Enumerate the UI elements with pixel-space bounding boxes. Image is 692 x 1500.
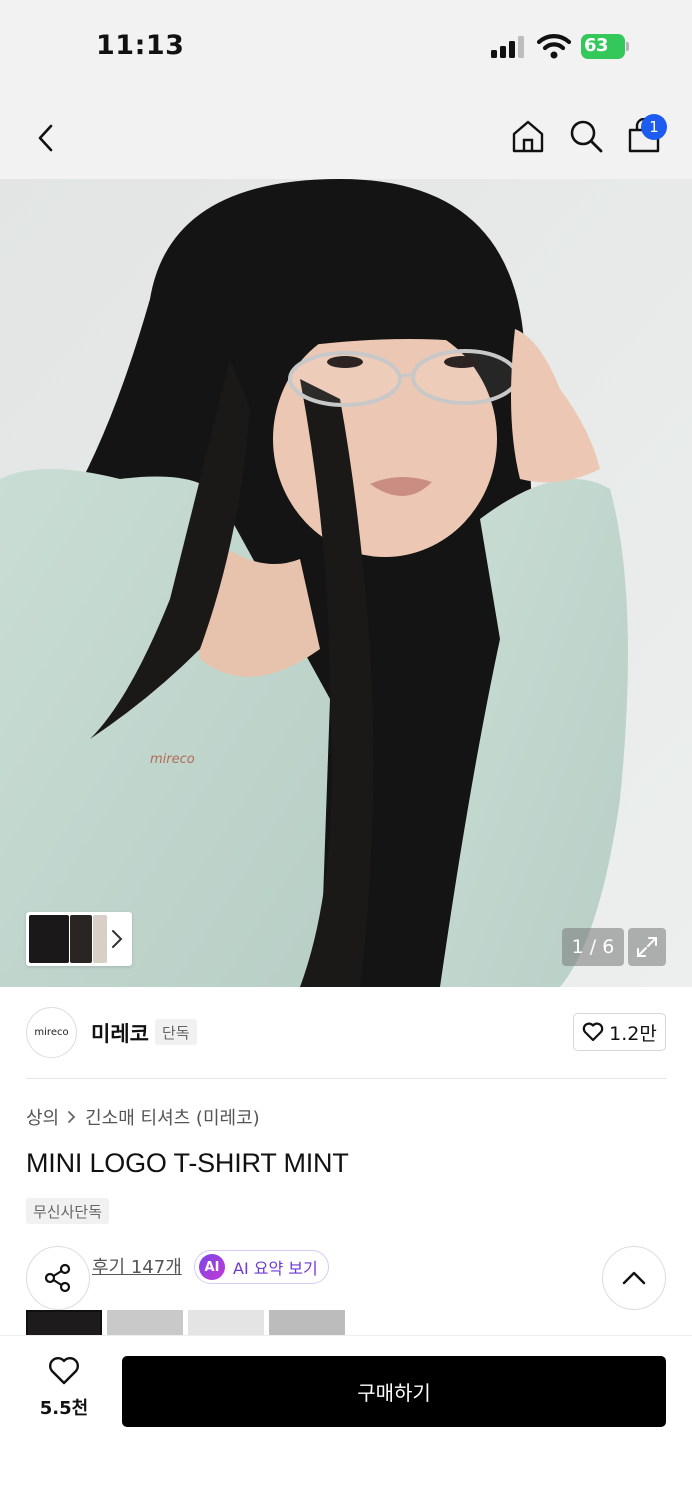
- breadcrumb-subcategory[interactable]: 긴소매 티셔츠 (미레코): [85, 1104, 260, 1130]
- svg-text:mireco: mireco: [150, 752, 195, 767]
- back-button[interactable]: [24, 116, 68, 160]
- heart-icon: [582, 1022, 604, 1042]
- wishlist-button[interactable]: 5.5천: [26, 1356, 102, 1426]
- breadcrumb: 상의 긴소매 티셔츠 (미레코): [26, 1104, 260, 1130]
- home-button[interactable]: [506, 114, 550, 158]
- exclusive-tag: 무신사단독: [26, 1198, 110, 1224]
- product-title: MINI LOGO T-SHIRT MINT: [26, 1148, 349, 1178]
- wishlist-count: 5.5천: [39, 1398, 89, 1419]
- ai-summary-button[interactable]: AI AI 요약 보기: [194, 1250, 329, 1284]
- brand-exclusive-tag: 단독: [155, 1019, 197, 1045]
- heart-icon: [49, 1357, 79, 1385]
- wifi-icon: [537, 34, 571, 59]
- review-photo-thumbnail[interactable]: [107, 1310, 183, 1336]
- chevron-up-icon: [622, 1271, 646, 1285]
- status-time: 11:13: [96, 30, 185, 61]
- review-photo-thumbnail[interactable]: [26, 1310, 102, 1336]
- chevron-right-icon: [68, 1111, 76, 1123]
- review-photo-strip: [26, 1310, 356, 1336]
- brand-name[interactable]: 미레코: [91, 1018, 149, 1048]
- battery-percent: 63: [584, 35, 609, 56]
- thumbnail-preview: [70, 915, 92, 963]
- expand-icon: [637, 937, 657, 957]
- brand-like-count: 1.2만: [609, 1022, 657, 1045]
- image-thumbnail-strip[interactable]: [26, 912, 132, 966]
- share-icon: [44, 1263, 71, 1293]
- status-bar: 11:13 63: [0, 0, 692, 92]
- fullscreen-button[interactable]: [628, 928, 666, 966]
- brand-logo[interactable]: mireco: [26, 1007, 77, 1058]
- review-count-link[interactable]: 후기 147개: [92, 1253, 182, 1279]
- ai-badge-icon: AI: [199, 1254, 225, 1280]
- review-photo-thumbnail[interactable]: [269, 1310, 345, 1336]
- product-hero-image[interactable]: mireco 1 / 6: [0, 179, 692, 987]
- review-row: 후기 147개 AI AI 요약 보기: [26, 1248, 666, 1286]
- thumbnail-preview: [93, 915, 107, 963]
- home-icon: [512, 120, 544, 153]
- search-button[interactable]: [564, 114, 608, 158]
- brand-like-button[interactable]: 1.2만: [573, 1013, 666, 1051]
- scroll-to-top-button[interactable]: [602, 1246, 666, 1310]
- chevron-right-icon: [112, 930, 123, 948]
- breadcrumb-category[interactable]: 상의: [26, 1104, 59, 1130]
- thumbnail-preview: [29, 915, 69, 963]
- cart-count-badge: 1: [641, 114, 667, 140]
- battery-indicator: 63: [581, 34, 629, 59]
- brand-logo-text: mireco: [34, 1027, 69, 1038]
- ai-summary-label: AI 요약 보기: [233, 1259, 318, 1278]
- bottom-action-bar: 5.5천 구매하기: [0, 1335, 692, 1500]
- model-photo: mireco: [0, 179, 692, 987]
- review-photo-thumbnail[interactable]: [188, 1310, 264, 1336]
- chevron-left-icon: [38, 124, 53, 152]
- buy-button[interactable]: 구매하기: [122, 1356, 666, 1427]
- image-page-indicator: 1 / 6: [562, 928, 624, 966]
- share-button[interactable]: [26, 1246, 90, 1310]
- divider: [26, 1078, 666, 1079]
- top-nav-bar: [0, 92, 692, 179]
- search-icon: [570, 120, 603, 153]
- brand-row: mireco 미레코 단독 1.2만: [0, 987, 692, 1078]
- cellular-signal-icon: [491, 36, 524, 58]
